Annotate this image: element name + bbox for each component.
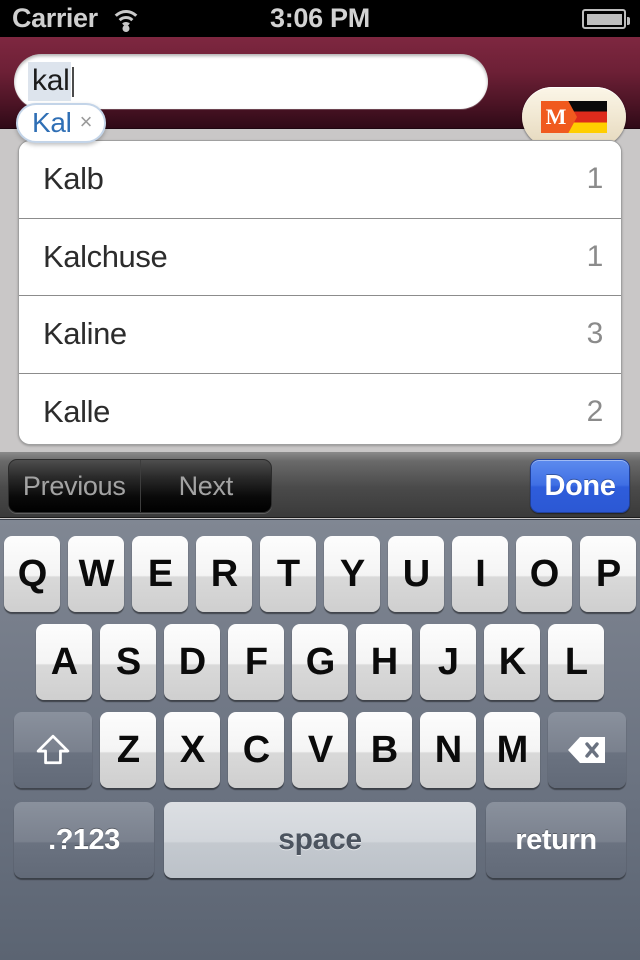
backspace-icon[interactable] xyxy=(548,712,626,788)
key-r[interactable]: R xyxy=(196,536,252,612)
key-q[interactable]: Q xyxy=(4,536,60,612)
key-b[interactable]: B xyxy=(356,712,412,788)
status-bar-clock: 3:06 PM xyxy=(270,3,370,33)
key-w[interactable]: W xyxy=(68,536,124,612)
key-x[interactable]: X xyxy=(164,712,220,788)
done-button[interactable]: Done xyxy=(530,459,630,513)
result-count: 1 xyxy=(586,162,604,196)
keyboard-accessory-toolbar: Previous Next Done xyxy=(0,452,640,518)
key-c[interactable]: C xyxy=(228,712,284,788)
key-f[interactable]: F xyxy=(228,624,284,700)
status-bar: Carrier 3:06 PM xyxy=(0,0,640,37)
table-row[interactable]: Kalle 2 xyxy=(19,373,621,444)
key-m[interactable]: M xyxy=(484,712,540,788)
result-word: Kalle xyxy=(43,394,110,430)
key-p[interactable]: P xyxy=(580,536,636,612)
keyboard-row-3: Z X C V B N M xyxy=(0,712,640,788)
autocorrect-suggestion-bubble[interactable]: Kal × xyxy=(16,103,107,143)
result-count: 1 xyxy=(586,239,604,273)
keyboard-row-4: .?123 space return xyxy=(0,802,640,878)
search-input[interactable]: kal xyxy=(14,54,488,109)
key-a[interactable]: A xyxy=(36,624,92,700)
german-flag-icon: M xyxy=(541,101,607,133)
key-t[interactable]: T xyxy=(260,536,316,612)
key-z[interactable]: Z xyxy=(100,712,156,788)
german-dictionary-button[interactable]: M xyxy=(522,87,626,147)
space-key[interactable]: space xyxy=(164,802,476,878)
key-n[interactable]: N xyxy=(420,712,476,788)
key-y[interactable]: Y xyxy=(324,536,380,612)
search-results-list[interactable]: Kalb 1 Kalchuse 1 Kaline 3 Kalle 2 xyxy=(18,140,622,445)
key-i[interactable]: I xyxy=(452,536,508,612)
navigation-bar: kal Kal × M xyxy=(0,37,640,147)
key-u[interactable]: U xyxy=(388,536,444,612)
key-e[interactable]: E xyxy=(132,536,188,612)
result-word: Kaline xyxy=(43,316,127,352)
key-v[interactable]: V xyxy=(292,712,348,788)
key-s[interactable]: S xyxy=(100,624,156,700)
shift-icon[interactable] xyxy=(14,712,92,788)
keyboard-row-1: Q W E R T Y U I O P xyxy=(0,536,640,612)
key-j[interactable]: J xyxy=(420,624,476,700)
shift-arrow-glyph xyxy=(36,734,70,765)
key-l[interactable]: L xyxy=(548,624,604,700)
search-input-value: kal xyxy=(28,62,72,101)
on-screen-keyboard: Q W E R T Y U I O P A S D F G H J K L Z … xyxy=(0,519,640,960)
previous-button[interactable]: Previous xyxy=(9,460,141,512)
result-word: Kalchuse xyxy=(43,238,168,274)
table-row[interactable]: Kalchuse 1 xyxy=(19,218,621,296)
battery-icon xyxy=(582,9,630,29)
prev-next-segmented-control[interactable]: Previous Next xyxy=(8,459,272,513)
suggestion-word: Kal xyxy=(32,107,72,138)
result-count: 2 xyxy=(586,395,604,429)
text-caret xyxy=(72,66,75,97)
table-row[interactable]: Kalb 1 xyxy=(19,141,621,219)
result-word: Kalb xyxy=(43,161,104,197)
table-row[interactable]: Kaline 3 xyxy=(19,296,621,374)
key-h[interactable]: H xyxy=(356,624,412,700)
key-o[interactable]: O xyxy=(516,536,572,612)
key-g[interactable]: G xyxy=(292,624,348,700)
keyboard-row-2: A S D F G H J K L xyxy=(0,624,640,700)
backspace-glyph xyxy=(568,737,605,763)
close-icon[interactable]: × xyxy=(80,110,93,136)
next-button[interactable]: Next xyxy=(141,460,272,512)
result-count: 3 xyxy=(586,317,604,351)
key-d[interactable]: D xyxy=(164,624,220,700)
numbers-mode-key[interactable]: .?123 xyxy=(14,802,154,878)
return-key[interactable]: return xyxy=(486,802,626,878)
key-k[interactable]: K xyxy=(484,624,540,700)
